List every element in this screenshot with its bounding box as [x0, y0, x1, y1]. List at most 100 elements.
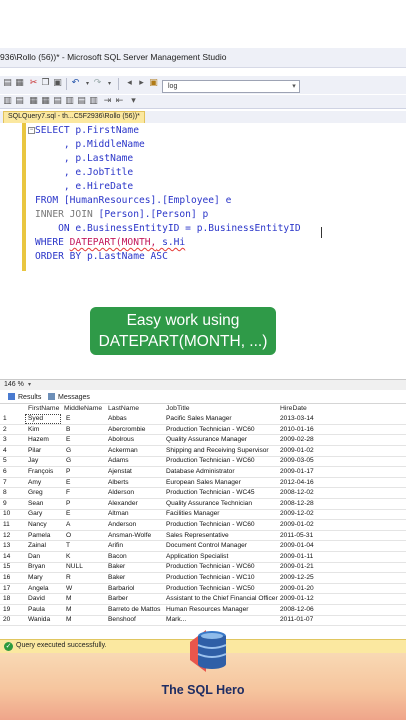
database-icon[interactable]: ▥: [2, 96, 13, 107]
cell-middlename[interactable]: E: [66, 479, 70, 486]
cell-jobtitle[interactable]: Database Administrator: [166, 468, 235, 475]
cell-firstname[interactable]: Nancy: [28, 521, 47, 528]
redo-icon[interactable]: ↷: [92, 78, 103, 89]
row-number[interactable]: 13: [3, 542, 10, 549]
nav-back-icon[interactable]: ◂: [124, 78, 135, 89]
table-row[interactable]: 6 François P Ajenstat Database Administrator…: [0, 467, 406, 478]
cell-jobtitle[interactable]: Assistant to the Chief Financial Officer: [166, 595, 278, 602]
row-number[interactable]: 16: [3, 574, 10, 581]
cell-lastname[interactable]: Arifin: [108, 542, 123, 549]
options-icon[interactable]: ▾: [128, 96, 139, 107]
nav-forward-icon[interactable]: ▸: [136, 78, 147, 89]
cell-firstname[interactable]: Hazem: [28, 436, 49, 443]
indent-icon[interactable]: ⇥: [102, 96, 113, 107]
cell-jobtitle[interactable]: Production Technician - WC45: [166, 489, 255, 496]
cell-middlename[interactable]: F: [66, 489, 70, 496]
cell-middlename[interactable]: T: [66, 542, 70, 549]
cell-lastname[interactable]: Barber: [108, 595, 128, 602]
cell-lastname[interactable]: Benshoof: [108, 616, 136, 623]
cell-middlename[interactable]: M: [66, 595, 72, 602]
row-number[interactable]: 19: [3, 606, 10, 613]
cell-jobtitle[interactable]: Quality Assurance Manager: [166, 436, 247, 443]
cell-firstname[interactable]: Zainal: [28, 542, 46, 549]
table-row[interactable]: 19 Paula M Barreto de Mattos Human Resources…: [0, 605, 406, 616]
cell-firstname[interactable]: Pilar: [28, 447, 41, 454]
table-row[interactable]: 10 Gary E Altman Facilities Manager 2009-12-0…: [0, 509, 406, 521]
table-row[interactable]: 3 Hazem E Abolrous Quality Assurance Manager…: [0, 435, 406, 446]
cell-firstname[interactable]: Paula: [28, 606, 45, 613]
cell-middlename[interactable]: M: [66, 616, 72, 623]
code-line[interactable]: ON e.BusinessEntityID = p.BusinessEntity…: [35, 222, 301, 236]
code-line[interactable]: , p.MiddleName: [35, 138, 145, 152]
table-row[interactable]: 4 Pilar G Ackerman Shipping and Receiving Su…: [0, 446, 406, 457]
cell-middlename[interactable]: B: [66, 426, 70, 433]
row-number[interactable]: 11: [3, 521, 10, 528]
cell-jobtitle[interactable]: Facilities Manager: [166, 510, 220, 517]
table-row[interactable]: 7 Amy E Alberts European Sales Manager 2012-0…: [0, 478, 406, 489]
cell-middlename[interactable]: K: [66, 553, 70, 560]
row-number[interactable]: 4: [3, 447, 7, 454]
table-row[interactable]: 17 Angela W Barbariol Production Technician …: [0, 584, 406, 595]
cell-lastname[interactable]: Ackerman: [108, 447, 138, 454]
collapse-toggle-icon[interactable]: −: [28, 127, 35, 134]
row-number[interactable]: 2: [3, 426, 7, 433]
column-header[interactable]: JobTitle: [166, 405, 190, 412]
cell-middlename[interactable]: P: [66, 500, 70, 507]
undo-icon[interactable]: ↶: [70, 78, 81, 89]
column-header[interactable]: FirstName: [28, 405, 59, 412]
cell-hiredate[interactable]: 2009-12-02: [280, 510, 314, 517]
cell-lastname[interactable]: Abolrous: [108, 436, 134, 443]
cell-lastname[interactable]: Barbariol: [108, 585, 134, 592]
table-row[interactable]: 13 Zainal T Arifin Document Control Manager 2…: [0, 541, 406, 552]
row-number[interactable]: 15: [3, 563, 10, 570]
cell-jobtitle[interactable]: Production Technician - WC60: [166, 426, 255, 433]
cell-middlename[interactable]: G: [66, 447, 71, 454]
cell-jobtitle[interactable]: Production Technician - WC10: [166, 574, 255, 581]
table-row[interactable]: 18 David M Barber Assistant to the Chief Fin…: [0, 594, 406, 605]
code-line[interactable]: INNER JOIN [Person].[Person] p: [35, 208, 208, 222]
cell-lastname[interactable]: Ajenstat: [108, 468, 132, 475]
cell-lastname[interactable]: Ansman-Wolfe: [108, 532, 151, 539]
row-number[interactable]: 10: [3, 510, 10, 517]
row-number[interactable]: 6: [3, 468, 7, 475]
code-line[interactable]: WHERE DATEPART(MONTH, s.Hi: [35, 236, 185, 250]
row-number[interactable]: 1: [3, 415, 7, 422]
cell-firstname[interactable]: Dan: [28, 553, 40, 560]
cell-jobtitle[interactable]: Production Technician - WC60: [166, 457, 255, 464]
cell-firstname[interactable]: Angela: [28, 585, 49, 592]
cell-jobtitle[interactable]: European Sales Manager: [166, 479, 241, 486]
copy-icon[interactable]: ❐: [40, 78, 51, 89]
outdent-icon[interactable]: ⇤: [114, 96, 125, 107]
comment-icon[interactable]: ▤: [76, 96, 87, 107]
cell-hiredate[interactable]: 2009-03-05: [280, 457, 314, 464]
cell-hiredate[interactable]: 2009-01-02: [280, 521, 314, 528]
cell-jobtitle[interactable]: Production Technician - WC60: [166, 521, 255, 528]
row-number[interactable]: 17: [3, 585, 10, 592]
column-header[interactable]: MiddleName: [64, 405, 102, 412]
cell-jobtitle[interactable]: Application Specialist: [166, 553, 228, 560]
table-row[interactable]: 16 Mary R Baker Production Technician - WC10…: [0, 573, 406, 584]
cell-firstname[interactable]: Mary: [28, 574, 43, 581]
cell-middlename[interactable]: E: [66, 415, 70, 422]
cell-middlename[interactable]: E: [66, 436, 70, 443]
table-row[interactable]: 15 Bryan NULL Baker Production Technician - …: [0, 562, 406, 574]
cell-jobtitle[interactable]: Pacific Sales Manager: [166, 415, 232, 422]
table-row[interactable]: 14 Dan K Bacon Application Specialist 2009-01…: [0, 552, 406, 563]
cell-hiredate[interactable]: 2009-02-28: [280, 436, 314, 443]
cell-firstname[interactable]: Jay: [28, 457, 38, 464]
cell-middlename[interactable]: P: [66, 468, 70, 475]
paste-icon[interactable]: ▣: [52, 78, 63, 89]
text-results-icon[interactable]: ▤: [52, 96, 63, 107]
cell-jobtitle[interactable]: Production Technician - WC50: [166, 585, 255, 592]
row-number[interactable]: 9: [3, 500, 7, 507]
redo-dropdown-icon[interactable]: ▾: [104, 78, 115, 89]
column-header[interactable]: LastName: [108, 405, 139, 412]
cell-firstname[interactable]: Amy: [28, 479, 41, 486]
cell-middlename[interactable]: O: [66, 532, 71, 539]
cell-lastname[interactable]: Alexander: [108, 500, 138, 507]
cell-lastname[interactable]: Barreto de Mattos: [108, 606, 160, 613]
tab-results[interactable]: Results: [8, 393, 41, 401]
tab-sqlquery7[interactable]: SQLQuery7.sql - th...C5F2936\Rollo (56))…: [3, 111, 145, 123]
row-number[interactable]: 12: [3, 532, 10, 539]
cell-middlename[interactable]: R: [66, 574, 71, 581]
